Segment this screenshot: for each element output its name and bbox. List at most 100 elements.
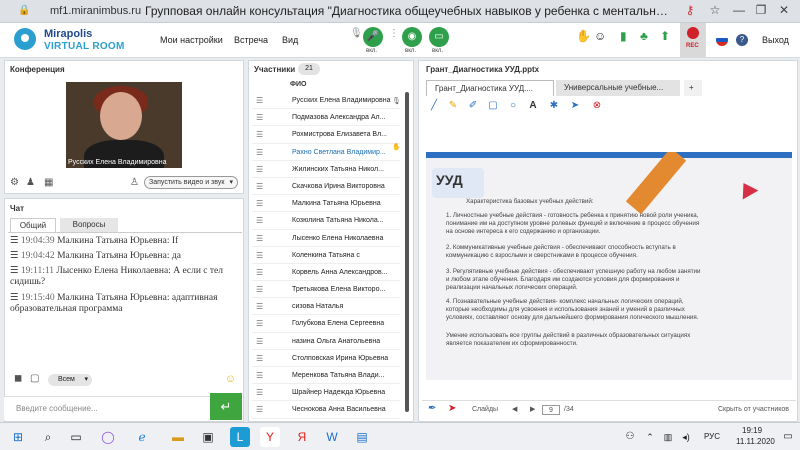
people-icon[interactable]: ⚇	[620, 427, 640, 447]
menu-icon[interactable]: ☰	[256, 92, 263, 109]
clock-time[interactable]: 19:19	[742, 426, 762, 435]
menu-icon[interactable]: ☰	[256, 212, 263, 229]
eraser-icon[interactable]: ✐	[466, 100, 480, 111]
tray-arrow-icon[interactable]: ⌃	[640, 427, 660, 447]
volume-icon[interactable]: ◂)	[676, 427, 696, 447]
participant-row[interactable]: ☰ Меренкова Татьяна Влади...	[252, 367, 400, 385]
menu-icon[interactable]: ☰	[256, 264, 263, 281]
participant-row[interactable]: ☰ Подмазова Александра Ал...	[252, 109, 400, 127]
recipient-select[interactable]: Всем ▾	[48, 374, 92, 386]
participant-row[interactable]: ☰ Коленкина Татьяна с	[252, 247, 400, 264]
pointer-tool-icon[interactable]: ➤	[448, 400, 456, 418]
help-icon[interactable]: ?	[736, 34, 748, 46]
participant-row[interactable]: ☰ Третьякова Елена Викторо...	[252, 281, 400, 299]
menu-icon[interactable]: ☰	[256, 281, 263, 298]
start-video-button[interactable]: Запустить видео и звук ▾	[144, 176, 238, 189]
menu-meeting[interactable]: Встреча	[234, 35, 268, 45]
prev-slide-icon[interactable]: ◀	[512, 401, 517, 419]
network-icon[interactable]: ▥	[658, 427, 678, 447]
menu-icon[interactable]: ☰	[256, 367, 263, 384]
language-indicator[interactable]: РУС	[704, 432, 720, 441]
menu-icon[interactable]: ☰	[256, 161, 263, 178]
bookmark-icon[interactable]: ☆	[707, 3, 723, 17]
menu-my-settings[interactable]: Мои настройки	[160, 35, 223, 45]
slides-label[interactable]: Слайды	[472, 401, 498, 419]
smiley-icon[interactable]: ☺	[225, 373, 236, 385]
add-tab-button[interactable]: +	[684, 80, 702, 96]
page-input[interactable]: 9	[542, 405, 560, 415]
microphone-icon[interactable]: 🎤	[363, 27, 383, 47]
rectangle-icon[interactable]: ▢	[486, 100, 500, 111]
participant-row[interactable]: ☰ назина Ольга Анатольевна	[252, 333, 400, 350]
minimize-icon[interactable]: —	[731, 3, 747, 17]
russian-flag-icon[interactable]	[716, 34, 728, 46]
participant-row[interactable]: ☰ Скачкова Ирина Викторовна	[252, 178, 400, 196]
menu-icon[interactable]: ☰	[256, 109, 263, 126]
marker-icon[interactable]: ✎	[446, 100, 460, 111]
attach-icon[interactable]: ▢	[30, 373, 39, 384]
tab-questions[interactable]: Вопросы	[60, 218, 118, 232]
menu-icon[interactable]: ☰	[256, 144, 263, 161]
menu-icon[interactable]: ☰	[256, 247, 263, 264]
pointer-icon[interactable]: ➤	[568, 100, 582, 111]
participant-row[interactable]: ☰ Рохмистрова Елизавета Вл...	[252, 126, 400, 144]
edge-icon[interactable]: ℯ	[132, 427, 152, 447]
close-icon[interactable]: ✕	[776, 3, 792, 17]
menu-icon[interactable]: ☰	[256, 333, 263, 350]
chat-message-input[interactable]: Введите сообщение...	[4, 396, 210, 420]
screen-share-icon[interactable]: ▭	[429, 27, 449, 47]
next-slide-icon[interactable]: ▶	[530, 401, 535, 419]
color-picker-icon[interactable]: ◼	[14, 373, 22, 384]
menu-icon[interactable]: ☰	[256, 401, 263, 418]
participant-row[interactable]: ☰ Корвель Анна Александров...	[252, 264, 400, 282]
tree-icon[interactable]: ♣	[640, 29, 648, 43]
ellipse-icon[interactable]: ○	[506, 100, 520, 111]
windows-start-icon[interactable]: ⊞	[8, 427, 28, 447]
file-explorer-icon[interactable]: ▬	[168, 427, 188, 447]
app-l-icon[interactable]: L	[230, 427, 250, 447]
search-icon[interactable]: ⌕	[38, 427, 58, 447]
menu-icon[interactable]: ☰	[256, 384, 263, 401]
participant-row[interactable]: ☰ Шрайнер Надежда Юрьевна	[252, 384, 400, 402]
participant-row[interactable]: ☰ Чеснокова Анна Васильевна	[252, 401, 400, 419]
participant-row[interactable]: ☰ Рахно Светлана Владимир...	[252, 144, 400, 161]
participant-row[interactable]: ☰ Голубкова Елена Сергеевна	[252, 315, 400, 333]
key-icon[interactable]: ⚷	[682, 3, 698, 17]
emoji-icon[interactable]: ☺	[594, 29, 606, 43]
word-icon[interactable]: W	[322, 427, 342, 447]
camera-settings-icon[interactable]: ⚙	[10, 177, 19, 188]
upload-icon[interactable]: ⬆	[660, 29, 670, 43]
participants-scrollbar[interactable]	[405, 92, 409, 412]
participant-row[interactable]: ☰ Козюлина Татьяна Никола...	[252, 212, 400, 230]
speaker-video[interactable]: Русских Елена Владимировна	[66, 82, 182, 168]
tab-general[interactable]: Общий	[10, 218, 56, 232]
notifications-icon[interactable]: ▭	[778, 427, 798, 447]
hide-from-participants[interactable]: Скрыть от участников	[718, 401, 789, 419]
participant-row[interactable]: ☰ Лысенко Елена Николаевна	[252, 230, 400, 247]
maximize-icon[interactable]: ❐	[753, 3, 769, 17]
send-button[interactable]: ↵	[210, 393, 242, 420]
raise-hand-icon[interactable]: ✋	[576, 29, 591, 43]
menu-icon[interactable]: ☰	[256, 350, 263, 367]
app-blue-icon[interactable]: ▤	[352, 427, 372, 447]
menu-icon[interactable]: ☰	[256, 195, 263, 212]
stamp-icon[interactable]: ✱	[547, 100, 561, 111]
stats-icon[interactable]: ▮	[620, 29, 627, 43]
menu-icon[interactable]: ☰	[256, 315, 263, 332]
menu-view[interactable]: Вид	[282, 35, 298, 45]
clock-date[interactable]: 11.11.2020	[736, 437, 775, 446]
menu-icon[interactable]: ☰	[256, 126, 263, 143]
store-icon[interactable]: ▣	[198, 427, 218, 447]
alice-icon[interactable]: ◯	[98, 427, 118, 447]
record-button[interactable]: REC	[680, 23, 706, 57]
menu-icon[interactable]: ☰	[256, 298, 263, 315]
participant-row[interactable]: ☰ сизова Наталья	[252, 298, 400, 316]
menu-icon[interactable]: ☰	[256, 230, 263, 247]
tab-document-1[interactable]: Грант_Диагностика УУД....	[426, 80, 554, 96]
participant-icon[interactable]: ♟	[26, 177, 35, 188]
webcam-icon[interactable]: ◉	[402, 27, 422, 47]
pen-icon[interactable]: ╱	[427, 100, 441, 111]
participant-row[interactable]: ☰ Жилинских Татьяна Никол...	[252, 161, 400, 178]
yandex-icon[interactable]: Я	[292, 427, 312, 447]
exit-button[interactable]: Выход	[762, 35, 789, 45]
